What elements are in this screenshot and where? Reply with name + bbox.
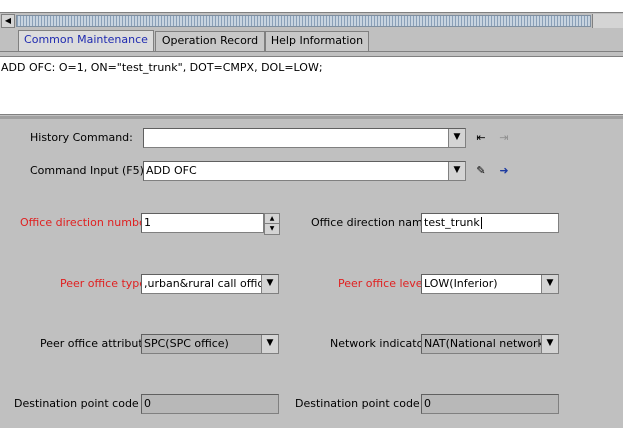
history-command-label: History Command: <box>30 131 133 144</box>
tab-help-information[interactable]: Help Information <box>265 31 369 51</box>
text-caret <box>480 217 482 229</box>
previous-command-icon[interactable]: ⇤ <box>473 130 489 146</box>
network-indicator-select[interactable]: NAT(National network) ▼ <box>421 334 559 354</box>
tab-common-maintenance[interactable]: Common Maintenance <box>18 30 154 51</box>
command-form-panel: History Command: ▼ ⇤ ⇥ Command Input (F5… <box>0 119 623 428</box>
next-command-icon[interactable]: ⇥ <box>496 130 512 146</box>
office-direction-number-spinner[interactable]: ▲ ▼ <box>264 213 280 235</box>
spin-up-icon[interactable]: ▲ <box>265 214 279 224</box>
command-output-area[interactable]: ADD OFC: O=1, ON="test_trunk", DOT=CMPX,… <box>0 56 623 115</box>
destination-point-code-1-label: Destination point code 1 <box>14 397 150 410</box>
edit-command-icon[interactable]: ✎ <box>473 163 489 179</box>
chevron-down-icon[interactable]: ▼ <box>541 335 558 353</box>
peer-office-type-value: ,urban&rural call office) <box>144 277 275 290</box>
chevron-down-icon[interactable]: ▼ <box>541 275 558 293</box>
network-indicator-value: NAT(National network) <box>424 337 549 350</box>
tab-divider <box>0 51 623 52</box>
chevron-down-icon[interactable]: ▼ <box>261 335 278 353</box>
peer-office-level-select[interactable]: LOW(Inferior) ▼ <box>421 274 559 294</box>
office-direction-number-input[interactable]: 1 <box>141 213 264 233</box>
network-indicator-label: Network indicator <box>330 337 428 350</box>
peer-office-attribute-select[interactable]: SPC(SPC office) ▼ <box>141 334 279 354</box>
scrollbar-right-area[interactable] <box>592 14 623 28</box>
tab-operation-record[interactable]: Operation Record <box>155 31 265 51</box>
peer-office-level-value: LOW(Inferior) <box>424 277 498 290</box>
command-input-value: ADD OFC <box>146 164 197 177</box>
command-output-text: ADD OFC: O=1, ON="test_trunk", DOT=CMPX,… <box>1 61 323 74</box>
insert-command-icon[interactable]: ➜ <box>496 163 512 179</box>
destination-point-code-2-label: Destination point code 2 <box>295 397 431 410</box>
top-strip <box>0 0 623 12</box>
destination-point-code-2-input[interactable]: 0 <box>421 394 559 414</box>
office-direction-name-label: Office direction name <box>311 216 430 229</box>
scroll-left-arrow-icon[interactable]: ◀ <box>1 14 15 28</box>
peer-office-attribute-value: SPC(SPC office) <box>144 337 229 350</box>
scrollbar-thumb[interactable] <box>16 15 591 27</box>
command-input-label: Command Input (F5): <box>30 164 148 177</box>
office-direction-name-value: test_trunk <box>424 216 480 229</box>
chevron-down-icon[interactable]: ▼ <box>261 275 278 293</box>
command-input-combo[interactable]: ADD OFC ▼ <box>143 161 466 181</box>
destination-point-code-1-input[interactable]: 0 <box>141 394 279 414</box>
chevron-down-icon[interactable]: ▼ <box>448 162 465 180</box>
peer-office-level-label: Peer office level <box>338 277 426 290</box>
office-direction-number-label: Office direction number <box>20 216 151 229</box>
chevron-down-icon[interactable]: ▼ <box>448 129 465 147</box>
spin-down-icon[interactable]: ▼ <box>265 224 279 233</box>
peer-office-attribute-label: Peer office attribute <box>40 337 150 350</box>
history-command-combo[interactable]: ▼ <box>143 128 466 148</box>
peer-office-type-select[interactable]: ,urban&rural call office) ▼ <box>141 274 279 294</box>
peer-office-type-label: Peer office type <box>60 277 147 290</box>
horizontal-scrollbar[interactable]: ◀ <box>0 12 623 28</box>
office-direction-name-input[interactable]: test_trunk <box>421 213 559 233</box>
